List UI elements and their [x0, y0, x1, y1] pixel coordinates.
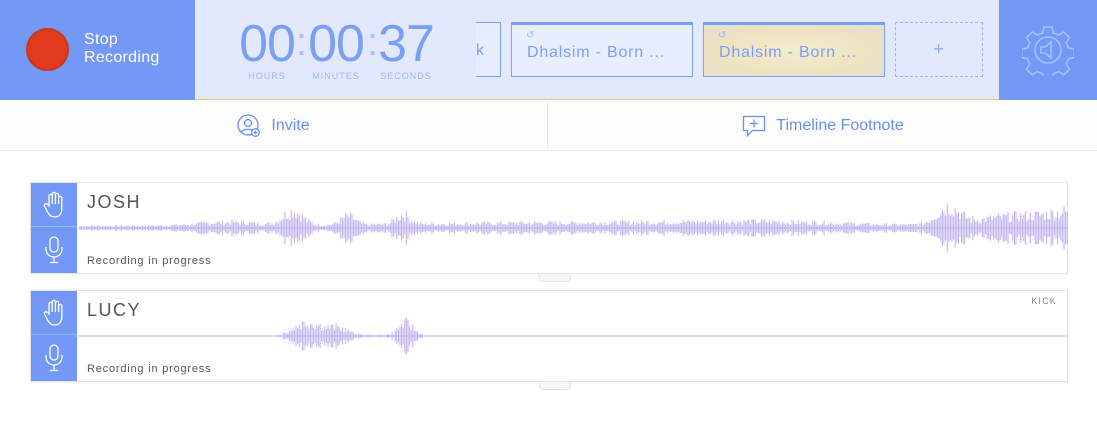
track-lucy[interactable]: LUCY KICK Recording in progress — [30, 290, 1068, 382]
sound-tile-label: Dhalsim - Born ... — [719, 44, 857, 61]
record-dot-icon — [26, 28, 69, 71]
resize-handle[interactable] — [539, 382, 571, 390]
top-bar: Stop Recording 00 HOURS : 00 MINUTES : 3… — [0, 0, 1097, 100]
invite-button[interactable]: Invite — [0, 101, 548, 151]
hand-icon — [43, 191, 63, 218]
loop-icon: ↺ — [526, 30, 536, 41]
sound-tile[interactable]: k — [476, 22, 501, 77]
timer-seconds-value: 37 — [378, 15, 435, 73]
plus-icon: + — [933, 39, 945, 59]
resize-handle[interactable] — [539, 274, 571, 282]
microphone-icon — [45, 236, 63, 264]
stop-recording-button[interactable]: Stop Recording — [0, 0, 195, 100]
invite-label: Invite — [271, 117, 310, 134]
action-bar: Invite Timeline Footnote — [0, 101, 1097, 151]
waveform — [78, 203, 1068, 253]
sound-tile-label: k — [476, 42, 485, 59]
loop-icon: ↺ — [718, 30, 728, 41]
timer-minutes: 00 MINUTES — [305, 18, 367, 81]
timer-minutes-value: 00 — [308, 15, 365, 73]
stop-recording-label: Stop Recording — [84, 31, 160, 66]
timer-minutes-label: MINUTES — [312, 71, 360, 81]
timer-seconds: 37 SECONDS — [375, 18, 437, 81]
hand-button[interactable] — [31, 183, 77, 227]
hand-icon — [43, 299, 63, 326]
track-status: Recording in progress — [87, 255, 212, 267]
microphone-icon — [45, 344, 63, 372]
hand-button[interactable] — [31, 291, 77, 335]
add-sound-button[interactable]: + — [895, 22, 983, 77]
settings-button[interactable] — [999, 0, 1097, 100]
track-controls — [31, 183, 77, 273]
gear-speaker-icon — [1022, 26, 1074, 76]
track-status: Recording in progress — [87, 363, 212, 375]
comment-plus-icon — [742, 114, 766, 138]
microphone-button[interactable] — [31, 228, 77, 272]
timer-seconds-label: SECONDS — [380, 71, 432, 81]
timeline-footnote-label: Timeline Footnote — [776, 117, 904, 134]
add-user-icon — [237, 114, 261, 138]
track-josh[interactable]: JOSH Recording in progress — [30, 182, 1068, 274]
microphone-button[interactable] — [31, 336, 77, 380]
sound-tile-label: Dhalsim - Born ... — [527, 44, 665, 61]
sound-tile[interactable]: ↺ Dhalsim - Born ... — [511, 22, 693, 77]
timer-hours: 00 HOURS — [236, 18, 298, 81]
track-controls — [31, 291, 77, 381]
sound-tile-active[interactable]: ↺ Dhalsim - Born ... — [703, 22, 885, 77]
waveform — [78, 317, 1068, 355]
timer-hours-value: 00 — [239, 15, 296, 73]
timeline-footnote-button[interactable]: Timeline Footnote — [549, 101, 1097, 151]
